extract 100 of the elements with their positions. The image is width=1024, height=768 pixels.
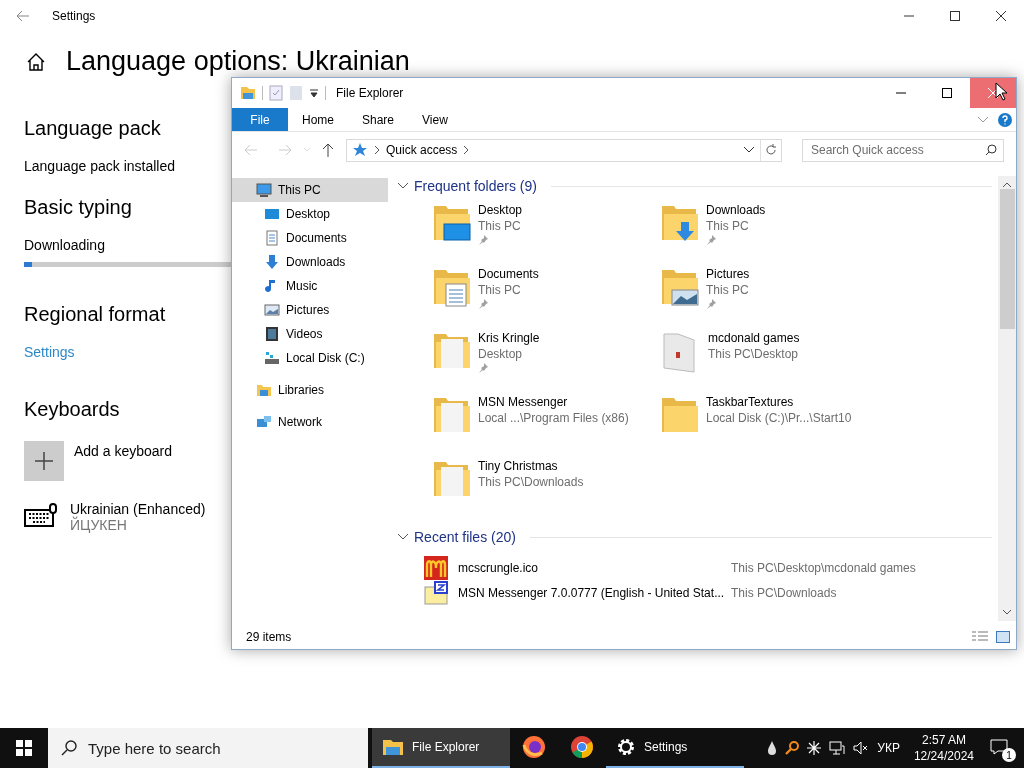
monitor-icon	[256, 182, 272, 198]
close-button[interactable]	[970, 78, 1016, 108]
add-keyboard-button[interactable]	[24, 441, 64, 481]
folder-tile[interactable]: TaskbarTextures Local Disk (C:)\Pr...\Start10	[660, 394, 888, 458]
chevron-down-icon	[398, 534, 408, 540]
section-heading: Regional format	[24, 303, 166, 326]
keyboard-layout: ЙЦУКЕН	[70, 517, 128, 533]
ribbon-tab[interactable]: Share	[348, 108, 409, 131]
section-heading: Keyboards	[24, 398, 120, 421]
folder-name: TaskbarTextures	[706, 395, 795, 409]
nav-item[interactable]: Downloads	[232, 250, 388, 274]
file-name[interactable]: MSN Messenger 7.0.0777 (English - United Stat...	[458, 585, 721, 600]
keyboard-icon	[24, 503, 58, 529]
search-field[interactable]: Search Quick access	[802, 138, 1004, 162]
section-heading: Basic typing	[24, 196, 132, 219]
nav-item[interactable]: This PC	[232, 178, 388, 202]
folder-tile[interactable]: mcdonald games This PC\Desktop	[660, 330, 888, 394]
disk-drive-icon	[264, 350, 280, 366]
window-title: Settings	[52, 9, 96, 23]
nav-item[interactable]: Documents	[232, 226, 388, 250]
folder-tile[interactable]: Desktop This PC	[432, 202, 660, 266]
details-view-icon	[972, 631, 988, 643]
message-icon	[990, 739, 1008, 755]
nav-item[interactable]: Network	[232, 410, 388, 434]
nav-item[interactable]: Music	[232, 274, 388, 298]
film-icon	[264, 326, 280, 342]
search-icon	[61, 740, 77, 756]
windows-logo-icon	[16, 740, 32, 756]
chevron-up-icon	[1003, 182, 1011, 187]
notification-badge: 1	[1002, 748, 1016, 762]
cursor-icon	[995, 82, 1008, 101]
chevron-down-icon	[398, 183, 408, 189]
add-keyboard-label[interactable]: Add a keyboard	[74, 443, 173, 459]
folder-location: This PC\Downloads	[478, 475, 584, 489]
folder-tile[interactable]: Documents This PC	[432, 266, 660, 330]
nav-item[interactable]: Videos	[232, 322, 388, 346]
back-arrow-icon	[16, 10, 30, 22]
folder-tile[interactable]: Kris Kringle Desktop	[432, 330, 660, 394]
desktop-icon	[264, 206, 280, 222]
asterisk-icon	[807, 741, 822, 755]
browser-globe-icon	[522, 735, 546, 759]
chevron-down-icon	[978, 116, 988, 123]
folder-icon	[240, 86, 256, 100]
taskbar-app-button[interactable]: File Explorer	[372, 728, 510, 768]
folder-name: Kris Kringle	[478, 331, 540, 345]
file-location: This PC\Downloads	[731, 585, 837, 600]
status-text: Language pack installed	[24, 158, 175, 174]
chevron-right-icon	[463, 146, 470, 154]
folder-tile[interactable]: Pictures This PC	[660, 266, 888, 330]
folder-tile[interactable]: Tiny Christmas This PC\Downloads	[432, 458, 660, 522]
document-icon	[264, 230, 280, 246]
folder-location: This PC\Desktop	[708, 347, 800, 361]
file-name[interactable]: mcscrungle.ico	[458, 560, 721, 575]
back-arrow-icon	[244, 144, 258, 156]
droplet-icon	[767, 741, 778, 755]
ribbon-tab[interactable]: Home	[288, 108, 348, 131]
nav-item[interactable]: Desktop	[232, 202, 388, 226]
input-language[interactable]: УКР	[877, 741, 900, 755]
search-icon	[785, 741, 800, 755]
folder-location: Desktop	[478, 347, 524, 361]
scrollbar[interactable]	[998, 176, 1016, 621]
clock[interactable]: 2:57 AM 12/24/2024	[907, 732, 980, 764]
maximize-icon	[950, 11, 960, 21]
page-title: Language options: Ukrainian	[66, 46, 410, 77]
thumbnail-view-icon	[996, 631, 1010, 643]
search-icon	[985, 143, 997, 156]
folder-location: Local Disk (C:)\Pr...\Start10	[706, 411, 852, 425]
file-menu-button[interactable]: File	[232, 108, 288, 131]
folder-name: Tiny Christmas	[478, 459, 559, 473]
download-arrow-icon	[264, 254, 280, 270]
window-title: File Explorer	[336, 86, 404, 100]
settings-link[interactable]: Settings	[24, 344, 75, 360]
folder-tile[interactable]: MSN Messenger Local ...\Program Files (x86)	[432, 394, 660, 458]
home-icon	[26, 52, 46, 71]
nav-item[interactable]: Pictures	[232, 298, 388, 322]
dropdown-icon	[309, 88, 319, 98]
close-icon	[996, 11, 1006, 21]
group-heading[interactable]: Recent files (20)	[414, 529, 516, 545]
plus-icon	[35, 452, 53, 470]
notification-button[interactable]: 1	[988, 736, 1016, 760]
picture-icon	[264, 302, 280, 318]
installer-icon	[424, 580, 448, 605]
folder-location: This PC	[706, 219, 750, 233]
nav-item[interactable]: Libraries	[232, 378, 388, 402]
group-heading[interactable]: Frequent folders (9)	[414, 178, 537, 194]
checklist-icon	[269, 85, 283, 101]
chevron-down-icon	[304, 148, 310, 152]
taskbar-search-field[interactable]: Type here to search	[48, 728, 368, 768]
folder-name: Desktop	[478, 203, 523, 217]
folder-name: Pictures	[706, 267, 750, 281]
muted-speaker-icon	[853, 741, 870, 755]
folder-icon	[382, 738, 404, 756]
folder-tile[interactable]: Downloads This PC	[660, 202, 888, 266]
ribbon-tab[interactable]: View	[408, 108, 462, 131]
refresh-icon	[765, 144, 777, 156]
network-icon	[256, 414, 272, 430]
address-bar[interactable]: Quick access	[346, 138, 782, 162]
breadcrumb[interactable]: Quick access	[386, 143, 458, 157]
taskbar-app-button[interactable]: Settings	[606, 728, 744, 768]
nav-item[interactable]: Local Disk (C:)	[232, 346, 388, 370]
